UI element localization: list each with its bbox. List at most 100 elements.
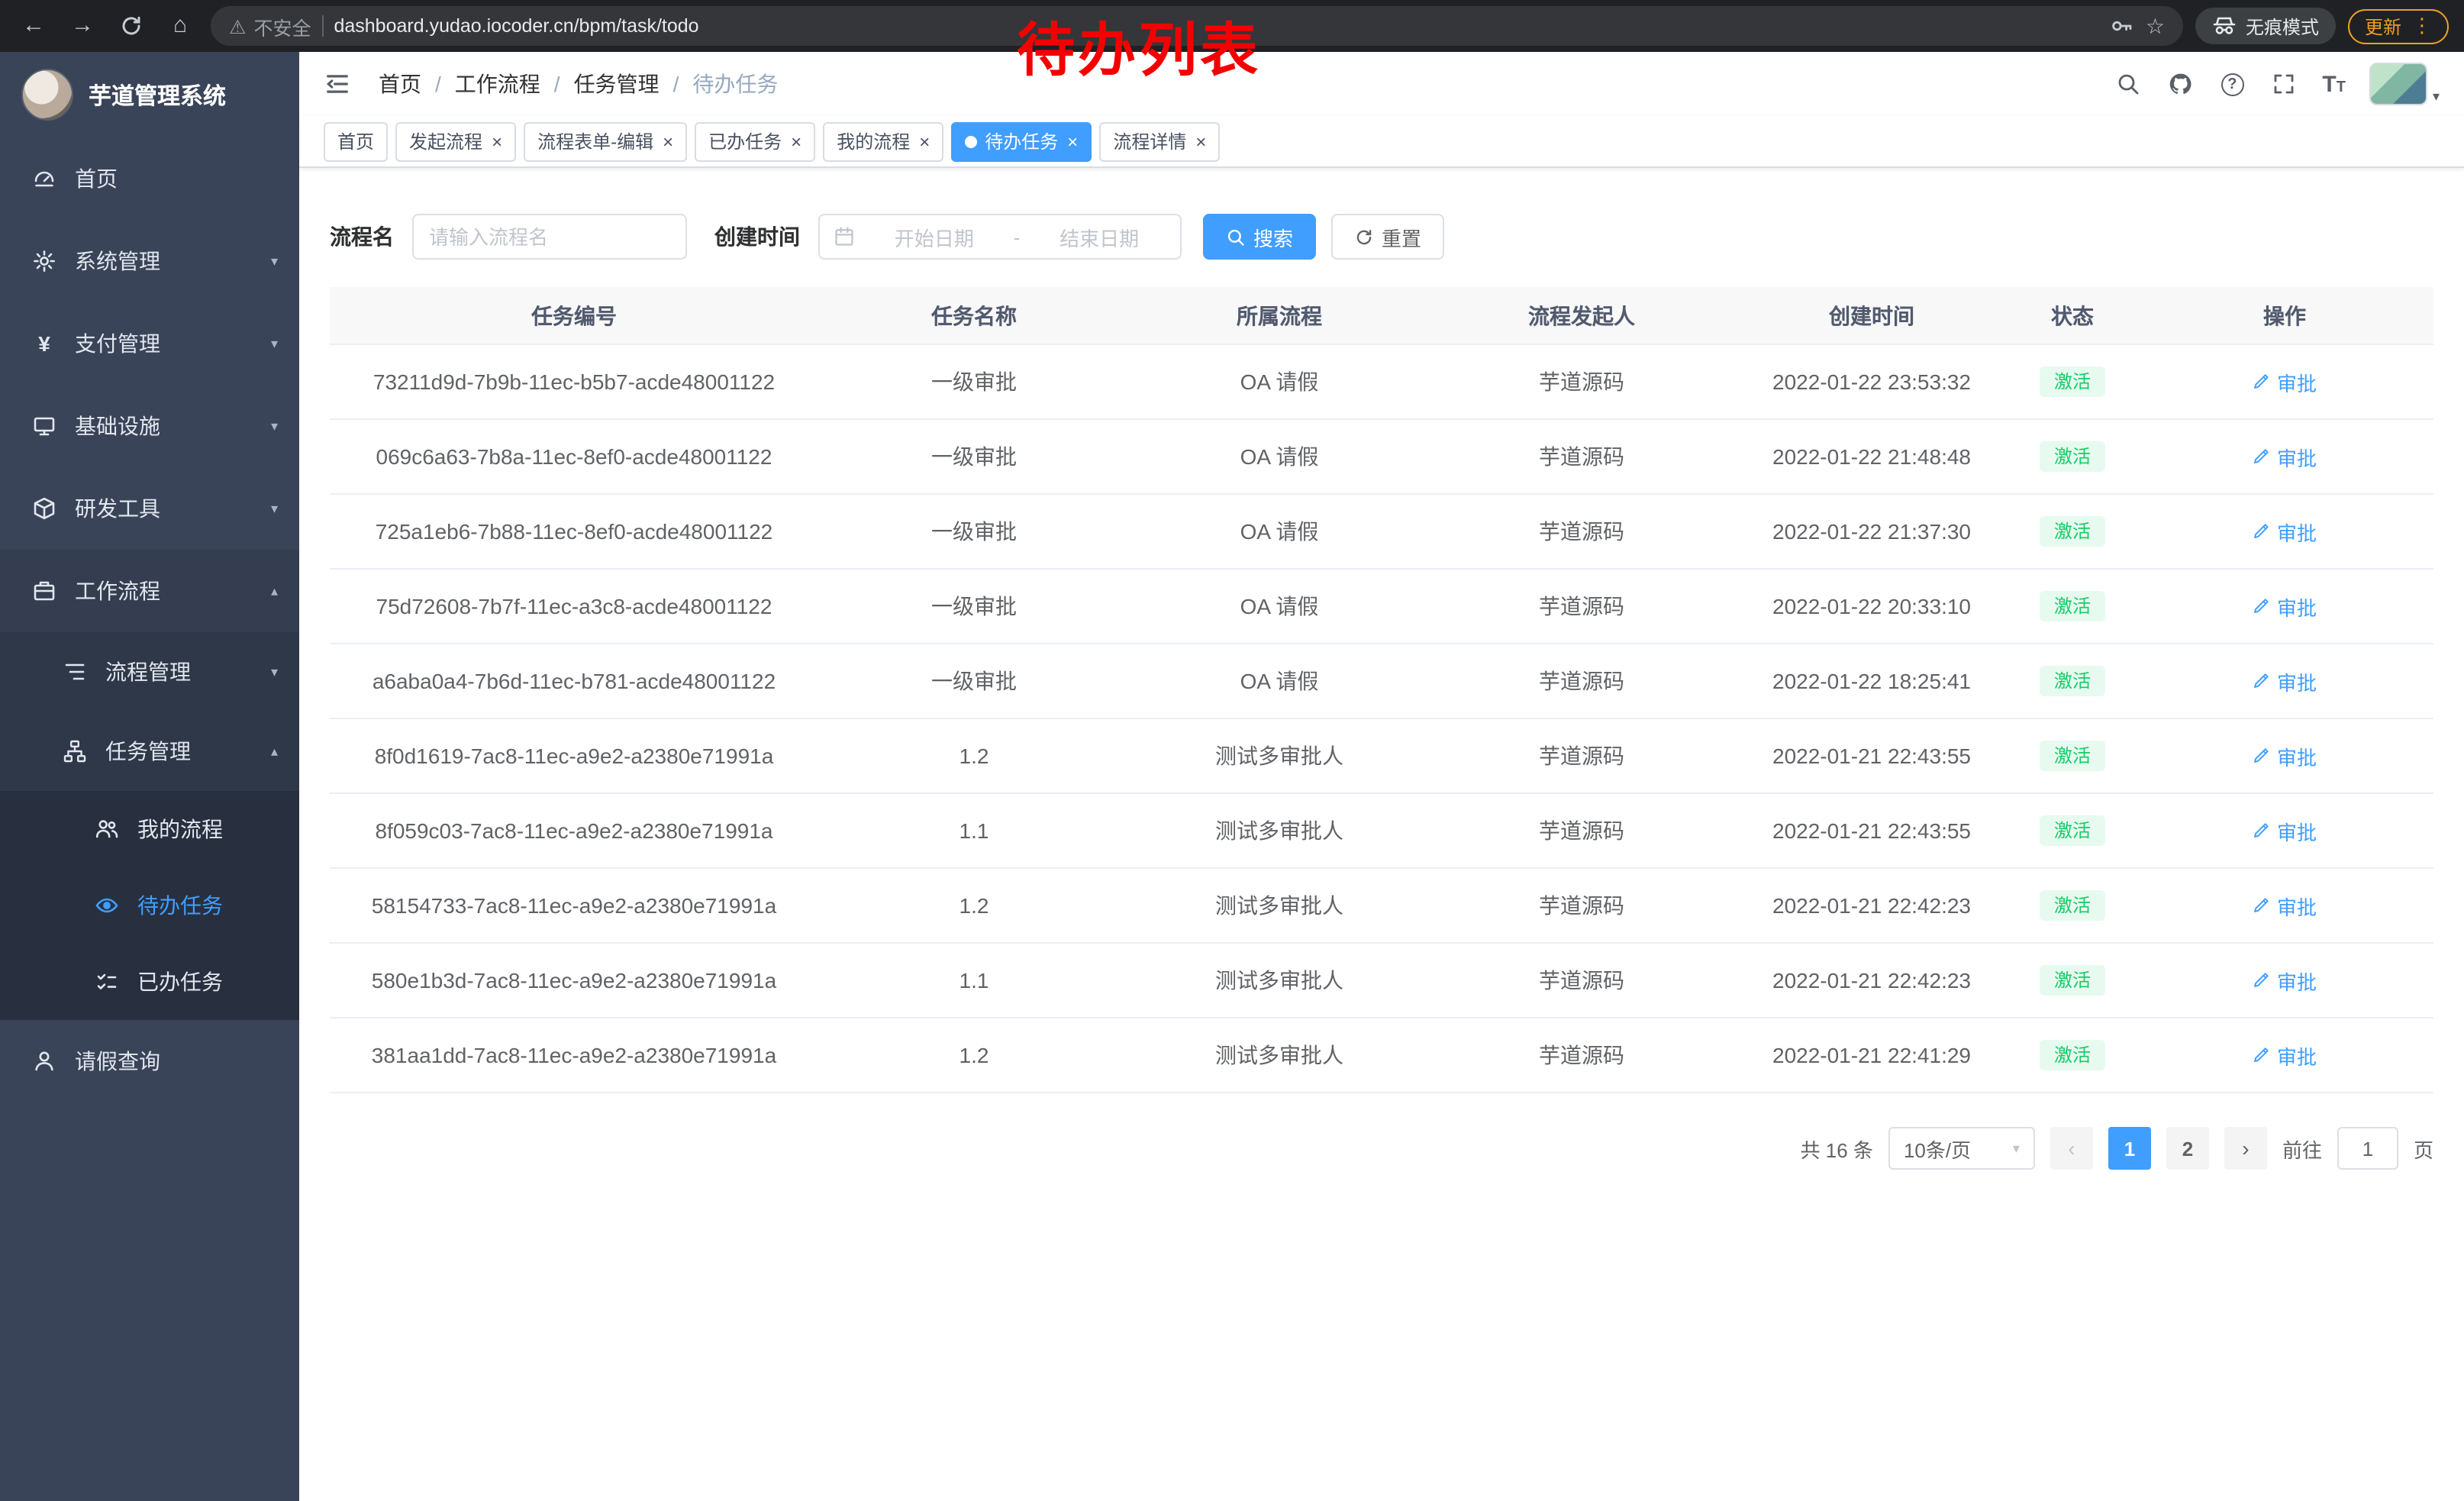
task-name-cell: 一级审批: [818, 441, 1130, 472]
operation-cell: 审批: [2136, 816, 2433, 845]
checklist-icon: [95, 970, 119, 994]
sidebar-item-devtools[interactable]: 研发工具 ▾: [0, 467, 299, 550]
avatar[interactable]: [2370, 63, 2428, 105]
close-icon[interactable]: ×: [919, 132, 930, 150]
calendar-icon: [834, 226, 855, 247]
sidebar-item-todo-tasks[interactable]: 待办任务: [0, 867, 299, 944]
sidebar-item-home[interactable]: 首页: [0, 137, 299, 220]
sidebar-item-process-management[interactable]: 流程管理 ▾: [0, 632, 299, 712]
tab-process-form-edit[interactable]: 流程表单-编辑 ×: [524, 121, 687, 161]
url-text[interactable]: dashboard.yudao.iocoder.cn/bpm/task/todo: [334, 15, 698, 37]
close-icon[interactable]: ×: [1067, 132, 1078, 150]
browser-menu-icon[interactable]: ⋮: [2412, 14, 2432, 38]
start-date-placeholder[interactable]: 开始日期: [867, 222, 1001, 251]
goto-label: 前往: [2282, 1134, 2322, 1163]
update-label: 更新: [2365, 13, 2401, 39]
prev-page-button[interactable]: ‹: [2050, 1127, 2093, 1170]
sidebar-item-my-processes[interactable]: 我的流程: [0, 791, 299, 867]
briefcase-icon: [32, 579, 56, 603]
search-button[interactable]: 搜索: [1203, 214, 1316, 260]
create-time-cell: 2022-01-22 23:53:32: [1734, 370, 2009, 394]
page-button-2[interactable]: 2: [2166, 1127, 2209, 1170]
tab-home[interactable]: 首页: [324, 121, 388, 161]
process-cell: 测试多审批人: [1130, 890, 1429, 921]
goto-page-input[interactable]: [2337, 1127, 2398, 1170]
tab-done-tasks[interactable]: 已办任务 ×: [695, 121, 815, 161]
end-date-placeholder[interactable]: 结束日期: [1032, 222, 1166, 251]
status-cell: 激活: [2009, 815, 2136, 847]
close-icon[interactable]: ×: [492, 132, 502, 150]
password-key-icon[interactable]: [2111, 14, 2135, 38]
search-icon[interactable]: [2114, 70, 2142, 98]
process-cell: OA 请假: [1130, 666, 1429, 696]
approve-link[interactable]: 审批: [2253, 966, 2317, 995]
sidebar-item-workflow[interactable]: 工作流程 ▴: [0, 550, 299, 632]
address-bar[interactable]: ⚠ 不安全 dashboard.yudao.iocoder.cn/bpm/tas…: [211, 6, 2183, 46]
approve-link[interactable]: 审批: [2253, 517, 2317, 546]
tab-my-processes[interactable]: 我的流程 ×: [823, 121, 943, 161]
reset-button[interactable]: 重置: [1331, 214, 1444, 260]
breadcrumb-task-management[interactable]: 任务管理: [574, 69, 660, 99]
sidebar-item-task-management[interactable]: 任务管理 ▴: [0, 712, 299, 791]
help-icon[interactable]: ?: [2218, 70, 2246, 98]
status-cell: 激活: [2009, 965, 2136, 996]
approve-link[interactable]: 审批: [2253, 442, 2317, 471]
close-icon[interactable]: ×: [1195, 132, 1206, 150]
sidebar-item-system[interactable]: 系统管理 ▾: [0, 220, 299, 302]
task-name-cell: 一级审批: [818, 666, 1130, 696]
task-name-cell: 1.1: [818, 968, 1130, 993]
bookmark-star-icon[interactable]: ☆: [2146, 13, 2165, 39]
edit-pen-icon: [2253, 1046, 2271, 1064]
approve-link[interactable]: 审批: [2253, 667, 2317, 696]
reload-icon[interactable]: [113, 8, 150, 44]
approve-link[interactable]: 审批: [2253, 816, 2317, 845]
approve-link[interactable]: 审批: [2253, 367, 2317, 396]
process-cell: 测试多审批人: [1130, 1040, 1429, 1070]
sidebar-toggle-icon[interactable]: [324, 70, 351, 98]
status-cell: 激活: [2009, 1040, 2136, 1071]
page-button-1[interactable]: 1: [2108, 1127, 2151, 1170]
task-name-cell: 1.2: [818, 1043, 1130, 1067]
github-icon[interactable]: [2166, 70, 2194, 98]
sidebar-item-infrastructure[interactable]: 基础设施 ▾: [0, 385, 299, 467]
chevron-up-icon: ▴: [271, 583, 278, 599]
tab-process-detail[interactable]: 流程详情 ×: [1099, 121, 1220, 161]
table-row: 8f059c03-7ac8-11ec-a9e2-a2380e71991a 1.1…: [330, 794, 2433, 869]
font-size-icon[interactable]: TT: [2322, 73, 2346, 95]
next-page-button[interactable]: ›: [2224, 1127, 2267, 1170]
task-id-cell: 069c6a63-7b8a-11ec-8ef0-acde48001122: [330, 444, 818, 469]
operation-cell: 审批: [2136, 966, 2433, 995]
process-cell: OA 请假: [1130, 516, 1429, 547]
sidebar-item-leave-query[interactable]: 请假查询: [0, 1020, 299, 1102]
chevron-down-icon: ▾: [271, 335, 278, 352]
tab-todo-tasks[interactable]: 待办任务 ×: [951, 121, 1092, 161]
page-size-select[interactable]: 10条/页 ▾: [1888, 1127, 2035, 1170]
approve-link[interactable]: 审批: [2253, 741, 2317, 770]
not-secure-warning[interactable]: ⚠ 不安全: [229, 11, 311, 40]
close-icon[interactable]: ×: [791, 132, 801, 150]
browser-update-button[interactable]: 更新 ⋮: [2348, 8, 2449, 44]
process-name-input[interactable]: [412, 214, 687, 260]
approve-link[interactable]: 审批: [2253, 891, 2317, 920]
forward-icon[interactable]: →: [64, 8, 101, 44]
create-time-cell: 2022-01-22 21:37:30: [1734, 519, 2009, 544]
create-time-cell: 2022-01-21 22:43:55: [1734, 744, 2009, 768]
breadcrumb-home[interactable]: 首页: [379, 69, 421, 99]
home-icon[interactable]: ⌂: [162, 8, 198, 44]
table-row: 73211d9d-7b9b-11ec-b5b7-acde48001122 一级审…: [330, 345, 2433, 420]
tab-start-process[interactable]: 发起流程 ×: [395, 121, 516, 161]
task-id-cell: 381aa1dd-7ac8-11ec-a9e2-a2380e71991a: [330, 1043, 818, 1067]
close-icon[interactable]: ×: [663, 132, 673, 150]
approve-link[interactable]: 审批: [2253, 1041, 2317, 1070]
sidebar-item-payment[interactable]: ¥ 支付管理 ▾: [0, 302, 299, 385]
active-dot: [965, 135, 977, 147]
user-menu[interactable]: ▾: [2370, 63, 2440, 105]
table-row: a6aba0a4-7b6d-11ec-b781-acde48001122 一级审…: [330, 644, 2433, 719]
fullscreen-icon[interactable]: [2270, 70, 2298, 98]
breadcrumb-workflow[interactable]: 工作流程: [455, 69, 540, 99]
back-icon[interactable]: ←: [15, 8, 52, 44]
date-range-picker[interactable]: 开始日期 - 结束日期: [818, 214, 1182, 260]
approve-link[interactable]: 审批: [2253, 592, 2317, 621]
sidebar-item-done-tasks[interactable]: 已办任务: [0, 944, 299, 1020]
tool-cube-icon: [32, 496, 56, 521]
